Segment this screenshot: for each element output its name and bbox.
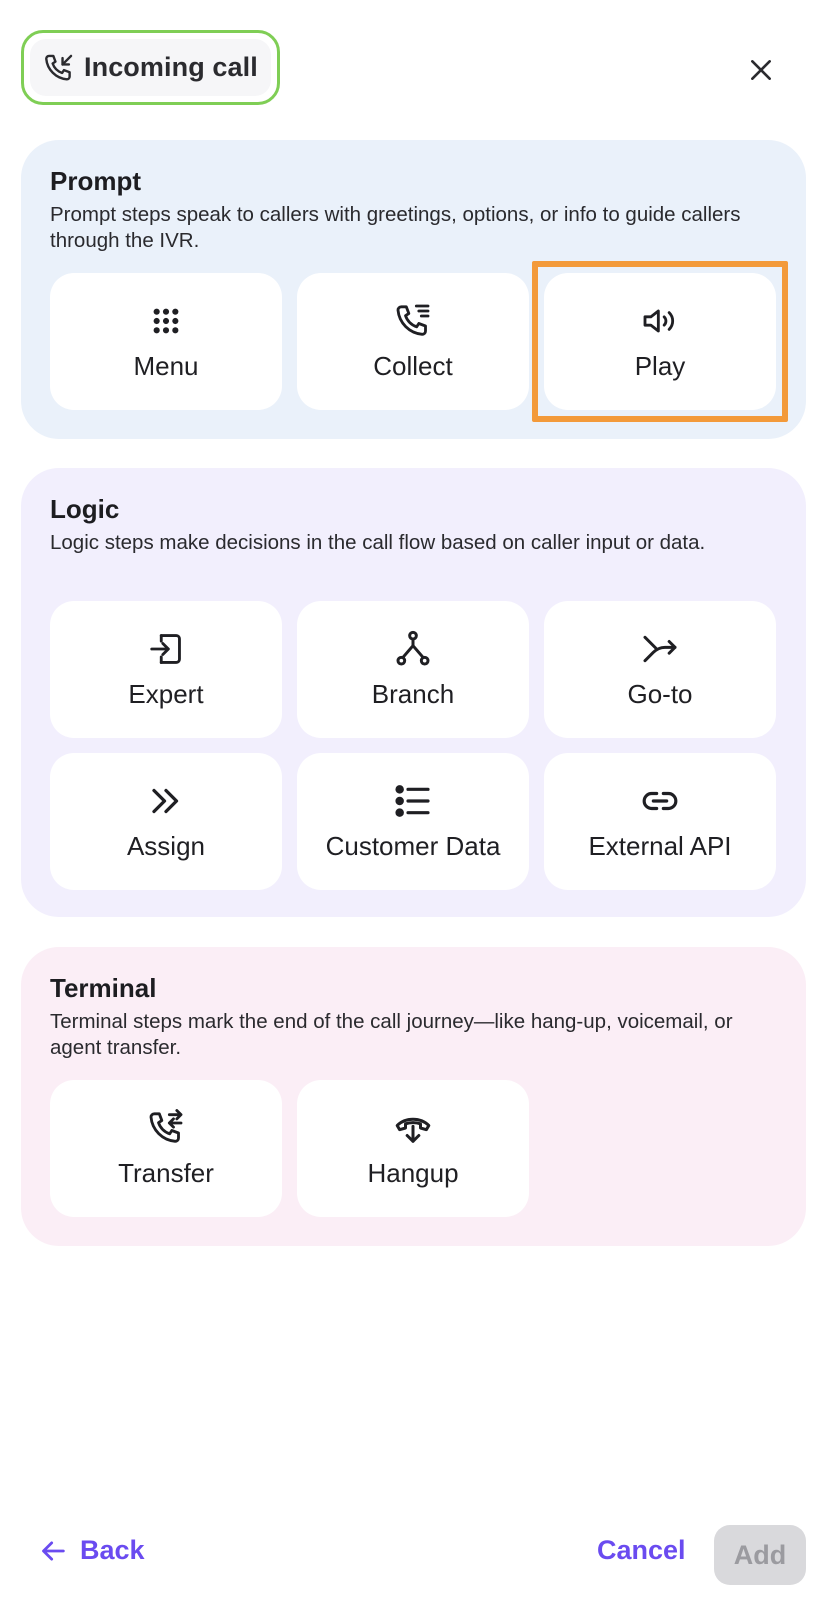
- section-description: Terminal steps mark the end of the call …: [50, 1010, 733, 1059]
- dialog-header: Incoming call: [0, 0, 828, 130]
- hangup-icon: [393, 1108, 433, 1148]
- step-tile-customer-data[interactable]: Customer Data: [297, 753, 529, 890]
- phone-incoming-icon: [42, 51, 76, 85]
- step-label: Hangup: [367, 1158, 459, 1188]
- prompt-section: Prompt Prompt steps speak to callers wit…: [21, 140, 806, 439]
- trigger-pill-inner: Incoming call: [30, 39, 271, 96]
- section-title: Terminal: [50, 973, 157, 1003]
- step-label: Transfer: [118, 1158, 214, 1188]
- arrow-left-icon: [40, 1537, 68, 1565]
- section-description: Prompt steps speak to callers with greet…: [50, 203, 741, 252]
- speaker-icon: [640, 301, 680, 341]
- incoming-call-trigger[interactable]: Incoming call: [21, 30, 280, 105]
- step-label: Collect: [373, 351, 453, 381]
- close-button[interactable]: [740, 49, 782, 91]
- branch-icon: [393, 629, 433, 669]
- section-description: Logic steps make decisions in the call f…: [50, 531, 706, 554]
- add-button[interactable]: Add: [714, 1525, 806, 1585]
- step-label: External API: [588, 831, 732, 861]
- step-tile-assign[interactable]: Assign: [50, 753, 282, 890]
- back-button[interactable]: Back: [40, 1535, 145, 1566]
- step-label: Assign: [126, 831, 206, 861]
- back-label: Back: [80, 1535, 145, 1565]
- terminal-steps-grid: Transfer Hangup: [50, 1080, 776, 1217]
- step-label: Menu: [133, 351, 199, 381]
- step-tile-hangup[interactable]: Hangup: [297, 1080, 529, 1217]
- step-tile-branch[interactable]: Branch: [297, 601, 529, 738]
- double-chevron-icon: [146, 781, 186, 821]
- step-tile-goto[interactable]: Go-to: [544, 601, 776, 738]
- step-label: Customer Data: [325, 831, 501, 861]
- step-tile-transfer[interactable]: Transfer: [50, 1080, 282, 1217]
- shuffle-arrow-icon: [640, 629, 680, 669]
- trigger-label: Incoming call: [84, 52, 258, 82]
- prompt-steps-grid: Menu Collect Play: [50, 261, 788, 422]
- step-label: Play: [634, 351, 686, 381]
- step-tile-collect[interactable]: Collect: [297, 273, 529, 410]
- step-tile-play[interactable]: Play: [532, 261, 788, 422]
- dialog-footer: Back Cancel Add: [0, 1525, 828, 1587]
- grid-dots-icon: [146, 301, 186, 341]
- logic-steps-grid: Expert Branch Go-to Assign Customer Data…: [50, 601, 776, 890]
- close-icon: [748, 57, 774, 83]
- logic-section: Logic Logic steps make decisions in the …: [21, 468, 806, 917]
- phone-list-icon: [393, 301, 433, 341]
- step-label: Expert: [128, 679, 204, 709]
- step-label: Branch: [371, 679, 455, 709]
- step-tile-external-api[interactable]: External API: [544, 753, 776, 890]
- section-title: Prompt: [50, 166, 141, 196]
- link-icon: [640, 781, 680, 821]
- phone-transfer-icon: [146, 1108, 186, 1148]
- enter-box-icon: [146, 629, 186, 669]
- step-label: Go-to: [627, 679, 693, 709]
- list-icon: [393, 781, 433, 821]
- terminal-section: Terminal Terminal steps mark the end of …: [21, 947, 806, 1246]
- cancel-button[interactable]: Cancel: [597, 1535, 686, 1566]
- step-tile-menu[interactable]: Menu: [50, 273, 282, 410]
- step-tile-expert[interactable]: Expert: [50, 601, 282, 738]
- section-title: Logic: [50, 494, 120, 524]
